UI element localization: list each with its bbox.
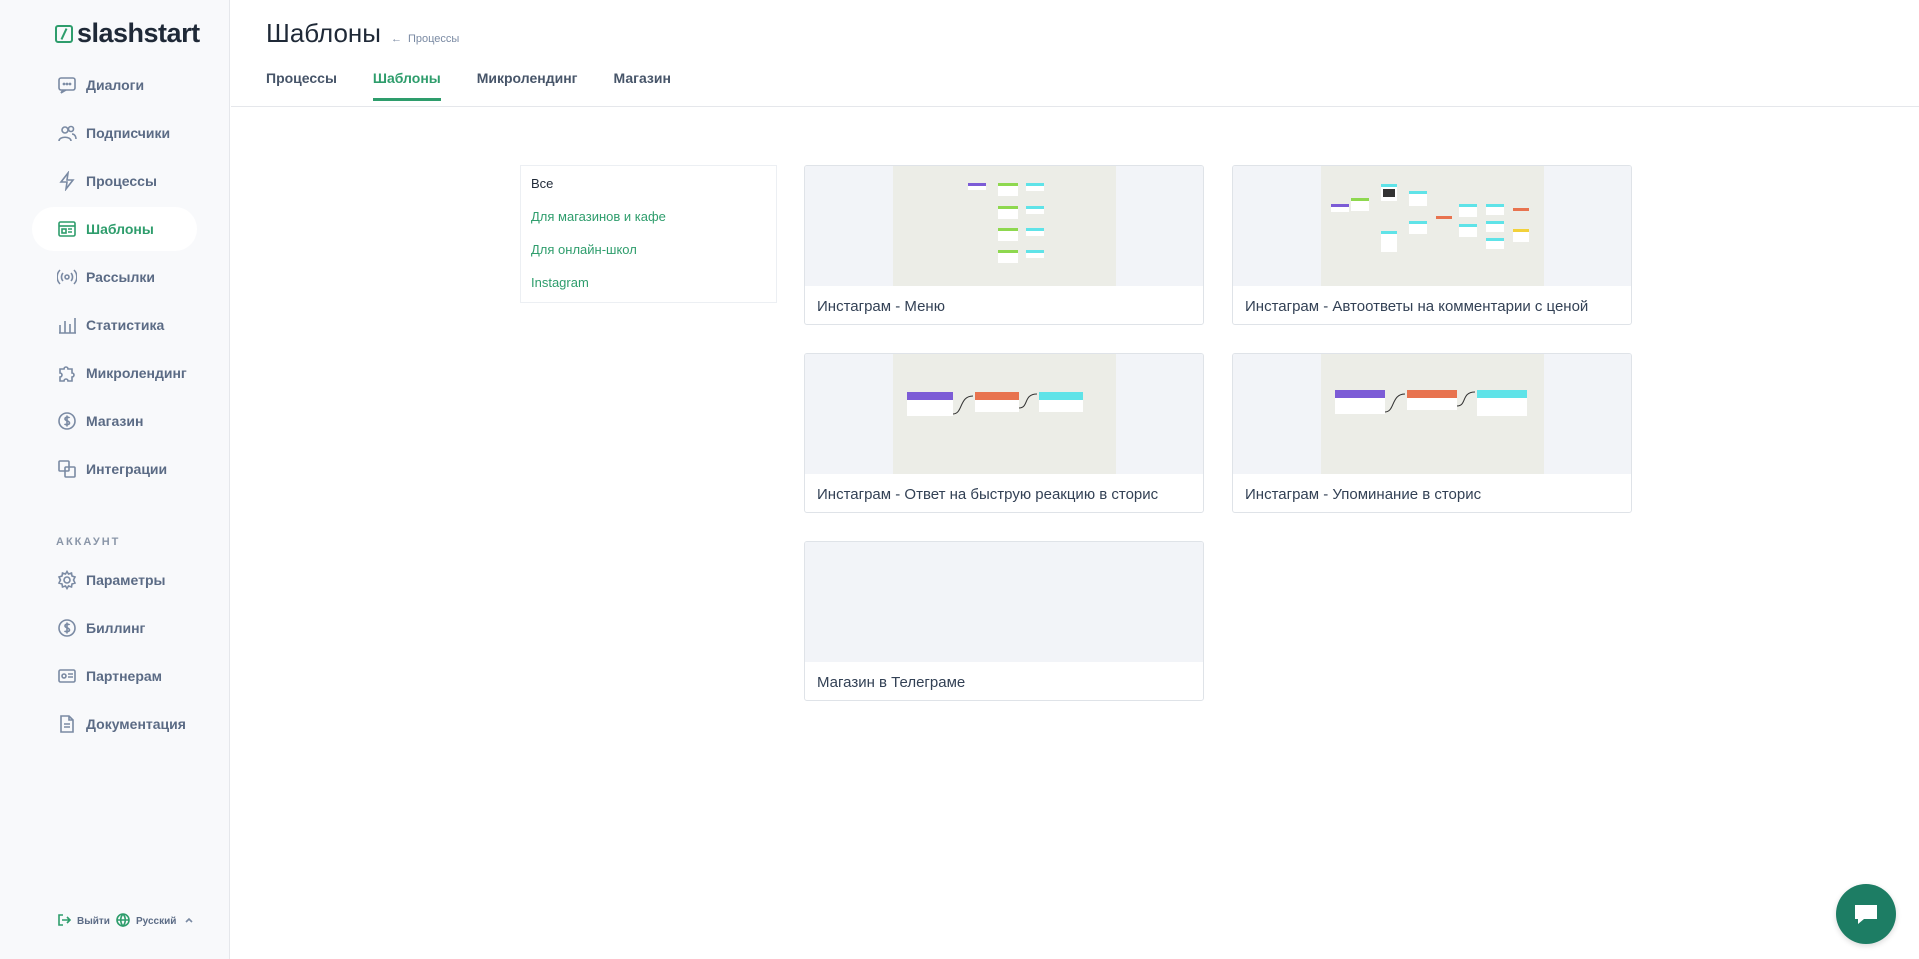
- sidebar-item-label: Магазин: [86, 413, 144, 429]
- sidebar-item-documentation[interactable]: Документация: [32, 702, 197, 746]
- sidebar-footer: Выйти Русский: [57, 913, 196, 930]
- sidebar: slashstart Диалоги Подписчики Процессы Ш…: [0, 0, 230, 959]
- puzzle-icon: [56, 362, 78, 384]
- template-title: Инстаграм - Автоответы на комментарии с …: [1245, 298, 1589, 315]
- account-nav: Параметры Биллинг Партнерам Документация: [32, 558, 197, 750]
- sidebar-item-templates[interactable]: Шаблоны: [32, 207, 197, 251]
- sidebar-item-dialogs[interactable]: Диалоги: [32, 63, 197, 107]
- globe-icon: [116, 913, 130, 930]
- logo-icon: [55, 24, 73, 43]
- sidebar-item-label: Процессы: [86, 173, 157, 189]
- chat-icon: [56, 74, 78, 96]
- gear-icon: [56, 569, 78, 591]
- filter-online-schools[interactable]: Для онлайн-школ: [531, 241, 766, 274]
- main-content: Шаблоны ← Процессы Процессы Шаблоны Микр…: [231, 0, 1919, 959]
- sidebar-item-label: Микролендинг: [86, 365, 187, 381]
- dollar-icon: [56, 617, 78, 639]
- tabs-divider: [231, 106, 1919, 107]
- account-section-title: АККАУНТ: [56, 536, 121, 548]
- logout-button[interactable]: Выйти: [77, 916, 110, 927]
- broadcast-icon: [56, 266, 78, 288]
- sidebar-item-integrations[interactable]: Интеграции: [32, 447, 197, 491]
- template-card[interactable]: Инстаграм - Меню: [804, 165, 1204, 325]
- document-icon: [56, 713, 78, 735]
- sidebar-item-broadcasts[interactable]: Рассылки: [32, 255, 197, 299]
- template-card[interactable]: Инстаграм - Автоответы на комментарии с …: [1232, 165, 1632, 325]
- tab-shop[interactable]: Магазин: [614, 70, 671, 101]
- sidebar-item-label: Диалоги: [86, 77, 145, 93]
- sidebar-item-statistics[interactable]: Статистика: [32, 303, 197, 347]
- page-header: Шаблоны ← Процессы: [266, 18, 459, 49]
- chart-icon: [56, 314, 78, 336]
- sidebar-item-processes[interactable]: Процессы: [32, 159, 197, 203]
- template-title: Инстаграм - Упоминание в сторис: [1245, 486, 1482, 503]
- sidebar-item-label: Статистика: [86, 317, 165, 333]
- sidebar-item-label: Интеграции: [86, 461, 168, 477]
- sidebar-item-settings[interactable]: Параметры: [32, 558, 197, 602]
- partners-icon: [56, 665, 78, 687]
- sidebar-item-label: Партнерам: [86, 668, 163, 684]
- users-icon: [56, 122, 78, 144]
- breadcrumb-processes[interactable]: Процессы: [408, 33, 459, 45]
- filter-shops-cafes[interactable]: Для магазинов и кафе: [531, 208, 766, 241]
- template-title: Инстаграм - Меню: [817, 298, 945, 315]
- category-filter: Все Для магазинов и кафе Для онлайн-школ…: [520, 165, 777, 303]
- template-preview: [805, 542, 1203, 662]
- language-selector[interactable]: Русский: [136, 916, 176, 927]
- sidebar-item-shop[interactable]: Магазин: [32, 399, 197, 443]
- integrations-icon: [56, 458, 78, 480]
- tabs: Процессы Шаблоны Микролендинг Магазин: [266, 70, 671, 101]
- template-preview: [1233, 166, 1631, 286]
- filter-all[interactable]: Все: [531, 175, 766, 208]
- sidebar-item-microlanding[interactable]: Микролендинг: [32, 351, 197, 395]
- page-title: Шаблоны: [266, 18, 381, 48]
- breadcrumb[interactable]: ← Процессы: [391, 33, 459, 45]
- sidebar-item-label: Документация: [86, 716, 186, 732]
- dollar-icon: [56, 410, 78, 432]
- template-card[interactable]: Магазин в Телеграме: [804, 541, 1204, 701]
- template-title: Магазин в Телеграме: [817, 674, 966, 691]
- logout-icon: [57, 913, 72, 930]
- chat-bubble-icon: [1855, 905, 1877, 924]
- sidebar-item-partners[interactable]: Партнерам: [32, 654, 197, 698]
- main-nav: Диалоги Подписчики Процессы Шаблоны Расс…: [32, 63, 197, 495]
- template-title: Инстаграм - Ответ на быструю реакцию в с…: [817, 486, 1159, 503]
- sidebar-item-label: Подписчики: [86, 125, 171, 141]
- sidebar-item-label: Шаблоны: [86, 221, 154, 237]
- sidebar-item-label: Рассылки: [86, 269, 155, 285]
- logo-text: slashstart: [77, 18, 200, 48]
- template-preview: [805, 354, 1203, 474]
- sidebar-item-label: Параметры: [86, 572, 166, 588]
- template-preview: [1233, 354, 1631, 474]
- sidebar-item-billing[interactable]: Биллинг: [32, 606, 197, 650]
- lightning-icon: [56, 170, 78, 192]
- arrow-left-icon: ←: [390, 33, 402, 45]
- template-preview: [805, 166, 1203, 286]
- tab-microlanding[interactable]: Микролендинг: [477, 70, 578, 101]
- sidebar-item-subscribers[interactable]: Подписчики: [32, 111, 197, 155]
- logo[interactable]: slashstart: [55, 18, 200, 49]
- template-icon: [56, 218, 78, 240]
- sidebar-item-label: Биллинг: [86, 620, 146, 636]
- template-card[interactable]: Инстаграм - Упоминание в сторис: [1232, 353, 1632, 513]
- tab-processes[interactable]: Процессы: [266, 70, 337, 101]
- support-chat-button[interactable]: [1836, 884, 1896, 944]
- chevron-up-icon[interactable]: [182, 913, 196, 930]
- template-card[interactable]: Инстаграм - Ответ на быструю реакцию в с…: [804, 353, 1204, 513]
- tab-templates[interactable]: Шаблоны: [372, 70, 441, 101]
- filter-instagram[interactable]: Instagram: [531, 274, 766, 307]
